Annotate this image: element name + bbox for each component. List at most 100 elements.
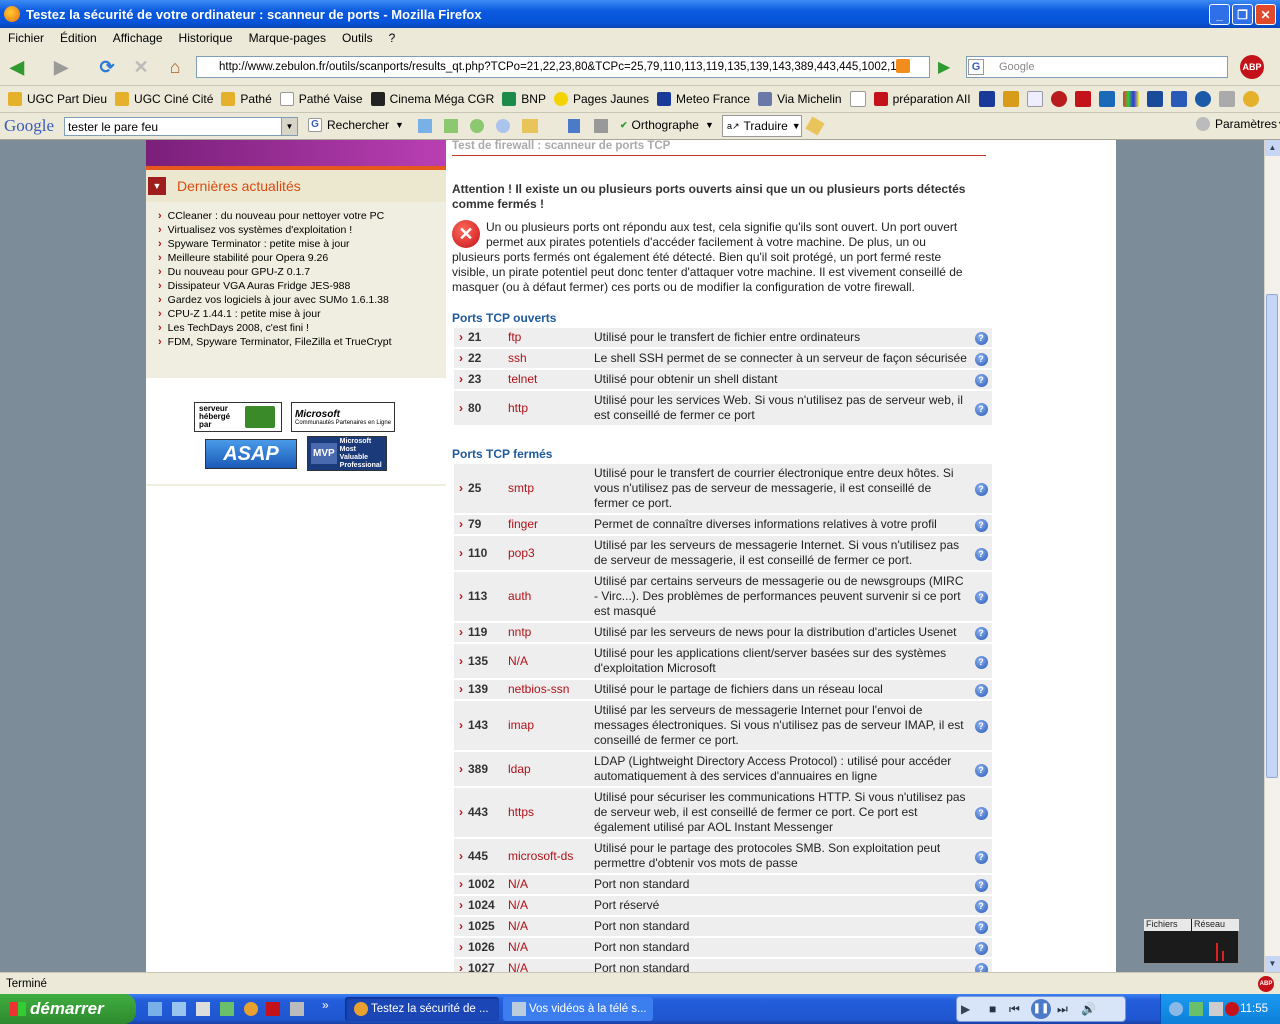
menu-historique[interactable]: Historique (171, 31, 241, 45)
news-item[interactable]: › Virtualisez vos systèmes d'exploitation… (158, 223, 443, 237)
adblock-icon[interactable]: ABP (1240, 55, 1264, 79)
help-icon[interactable]: ? (974, 684, 988, 697)
menu-fichier[interactable]: Fichier (0, 31, 52, 45)
bookmark-preparation-aii[interactable]: préparation AII (873, 92, 971, 106)
scroll-down-icon[interactable]: ▼ (1265, 956, 1280, 972)
help-icon[interactable]: ? (974, 942, 988, 955)
news-item[interactable]: › Les TechDays 2008, c'est fini ! (158, 321, 443, 335)
microsoft-partner-logo[interactable]: Microsoft Communautés Partenaires en Lign… (291, 402, 395, 432)
menu-affichage[interactable]: Affichage (105, 31, 171, 45)
bookmark-icon-m[interactable] (978, 91, 995, 107)
bookmark-pathe[interactable]: Pathé (221, 92, 272, 106)
help-icon[interactable]: ? (974, 720, 988, 733)
quicklaunch-icon-3[interactable] (196, 1002, 210, 1016)
chevron-down-icon[interactable]: ▼ (281, 118, 297, 135)
menu-marque-pages[interactable]: Marque-pages (241, 31, 334, 45)
bookmark-folder-icon[interactable] (522, 119, 538, 133)
bookmark-via-michelin[interactable]: Via Michelin (758, 92, 842, 106)
help-icon[interactable]: ? (974, 900, 988, 913)
news-item[interactable]: › Spyware Terminator : petite mise à jour (158, 237, 443, 251)
quicklaunch-icon-2[interactable] (172, 1002, 186, 1016)
bookmark-pages-jaunes[interactable]: Pages Jaunes (553, 92, 649, 106)
search-input[interactable]: Google (966, 56, 1228, 78)
scroll-up-icon[interactable]: ▲ (1265, 140, 1280, 156)
menu-edition[interactable]: Édition (52, 31, 105, 45)
help-icon[interactable]: ? (974, 591, 988, 604)
quicklaunch-expand-icon[interactable]: » (322, 998, 329, 1012)
bookmark-icon-ldlc[interactable] (1026, 91, 1043, 107)
search-engine-icon[interactable]: G (968, 59, 984, 75)
stop-media-icon[interactable]: ■ (989, 1002, 996, 1016)
help-icon[interactable]: ? (974, 627, 988, 640)
news-item[interactable]: › CPU-Z 1.44.1 : petite mise à jour (158, 307, 443, 321)
quicklaunch-firefox-icon[interactable] (244, 1002, 258, 1016)
back-icon[interactable]: ◀ (4, 54, 30, 80)
forward-icon[interactable]: ▶ (48, 54, 74, 80)
task-firefox[interactable]: Testez la sécurité de ... (345, 997, 499, 1021)
settings-button[interactable]: Paramètres▼ (1196, 117, 1280, 131)
toolbar-icon-3[interactable] (470, 119, 484, 133)
maximize-button[interactable]: ❐ (1232, 4, 1253, 25)
volume-icon[interactable]: 🔊 (1081, 1002, 1096, 1016)
quicklaunch-icon-1[interactable] (148, 1002, 162, 1016)
stop-icon[interactable]: ✕ (128, 54, 154, 80)
pause-icon[interactable]: ❚❚ (1031, 999, 1051, 1019)
bookmark-icon-fnac[interactable] (1002, 91, 1019, 107)
next-icon[interactable]: ⏭ (1057, 1002, 1068, 1017)
tray-icon-3[interactable] (1209, 1002, 1223, 1016)
news-item[interactable]: › Dissipateur VGA Auras Fridge JES-988 (158, 279, 443, 293)
news-item[interactable]: › Gardez vos logiciels à jour avec SUMo 1… (158, 293, 443, 307)
google-search-button[interactable]: G Rechercher ▼ (308, 118, 404, 132)
bookmark-icon-blue[interactable] (1098, 91, 1115, 107)
toolbar-icon-2[interactable] (444, 119, 458, 133)
tray-icon-2[interactable] (1189, 1002, 1203, 1016)
quicklaunch-icon-7[interactable] (290, 1002, 304, 1016)
close-button[interactable]: ✕ (1255, 4, 1276, 25)
help-icon[interactable]: ? (974, 807, 988, 820)
tray-icon-4[interactable] (1225, 1002, 1239, 1016)
news-item[interactable]: › Meilleure stabilité pour Opera 9.26 (158, 251, 443, 265)
bookmark-ugc-part-dieu[interactable]: UGC Part Dieu (8, 92, 107, 106)
previous-icon[interactable]: ⏮ (1009, 1002, 1020, 1017)
help-icon[interactable]: ? (974, 655, 988, 669)
help-icon[interactable]: ? (974, 353, 988, 366)
scrollbar-thumb[interactable] (1266, 294, 1278, 778)
help-icon[interactable]: ? (974, 374, 988, 387)
minimize-button[interactable]: _ (1209, 4, 1230, 25)
help-icon[interactable]: ? (974, 763, 988, 777)
bookmark-ugc-cine-cite[interactable]: UGC Ciné Cité (115, 92, 213, 106)
bookmark-icon-coin[interactable] (1242, 91, 1259, 107)
bookmark-meteo-france[interactable]: Meteo France (657, 92, 750, 106)
quicklaunch-icon-6[interactable] (266, 1002, 280, 1016)
help-icon[interactable]: ? (974, 519, 988, 532)
bookmark-icon-color[interactable] (1122, 91, 1139, 107)
toolbar-icon-5[interactable] (568, 119, 580, 133)
window-title-bar[interactable]: Testez la sécurité de votre ordinateur :… (0, 0, 1280, 28)
help-icon[interactable]: ? (974, 332, 988, 345)
tray-icon-1[interactable] (1169, 1002, 1183, 1016)
asap-logo[interactable]: ASAP (205, 439, 297, 469)
news-item[interactable]: › Du nouveau pour GPU-Z 0.1.7 (158, 265, 443, 279)
help-icon[interactable]: ? (974, 850, 988, 864)
menu-outils[interactable]: Outils (334, 31, 381, 45)
bookmark-icon-ci[interactable] (1074, 91, 1091, 107)
media-menu-icon[interactable]: ▶ (961, 1002, 970, 1016)
help-icon[interactable]: ? (974, 963, 988, 972)
quicklaunch-icon-4[interactable] (220, 1002, 234, 1016)
google-search-input[interactable]: tester le pare feu ▼ (64, 117, 298, 136)
highlight-icon[interactable] (805, 116, 825, 136)
help-icon[interactable]: ? (974, 879, 988, 892)
print-icon[interactable] (594, 119, 608, 133)
menu-help[interactable]: ? (381, 31, 404, 45)
spellcheck-button[interactable]: ✔ Orthographe ▼ (620, 118, 714, 132)
rss-icon[interactable] (896, 59, 910, 73)
bookmark-icon-x[interactable] (849, 91, 866, 107)
news-item[interactable]: › CCleaner : du nouveau pour nettoyer vot… (158, 209, 443, 223)
home-icon[interactable]: ⌂ (162, 54, 188, 80)
toolbar-icon-4[interactable] (496, 119, 510, 133)
bookmark-icon-red[interactable] (1050, 91, 1067, 107)
toolbar-icon-1[interactable] (418, 119, 432, 133)
bookmark-icon-bars[interactable] (1146, 91, 1163, 107)
collapse-icon[interactable]: ▼ (148, 177, 166, 195)
help-icon[interactable]: ? (974, 547, 988, 561)
